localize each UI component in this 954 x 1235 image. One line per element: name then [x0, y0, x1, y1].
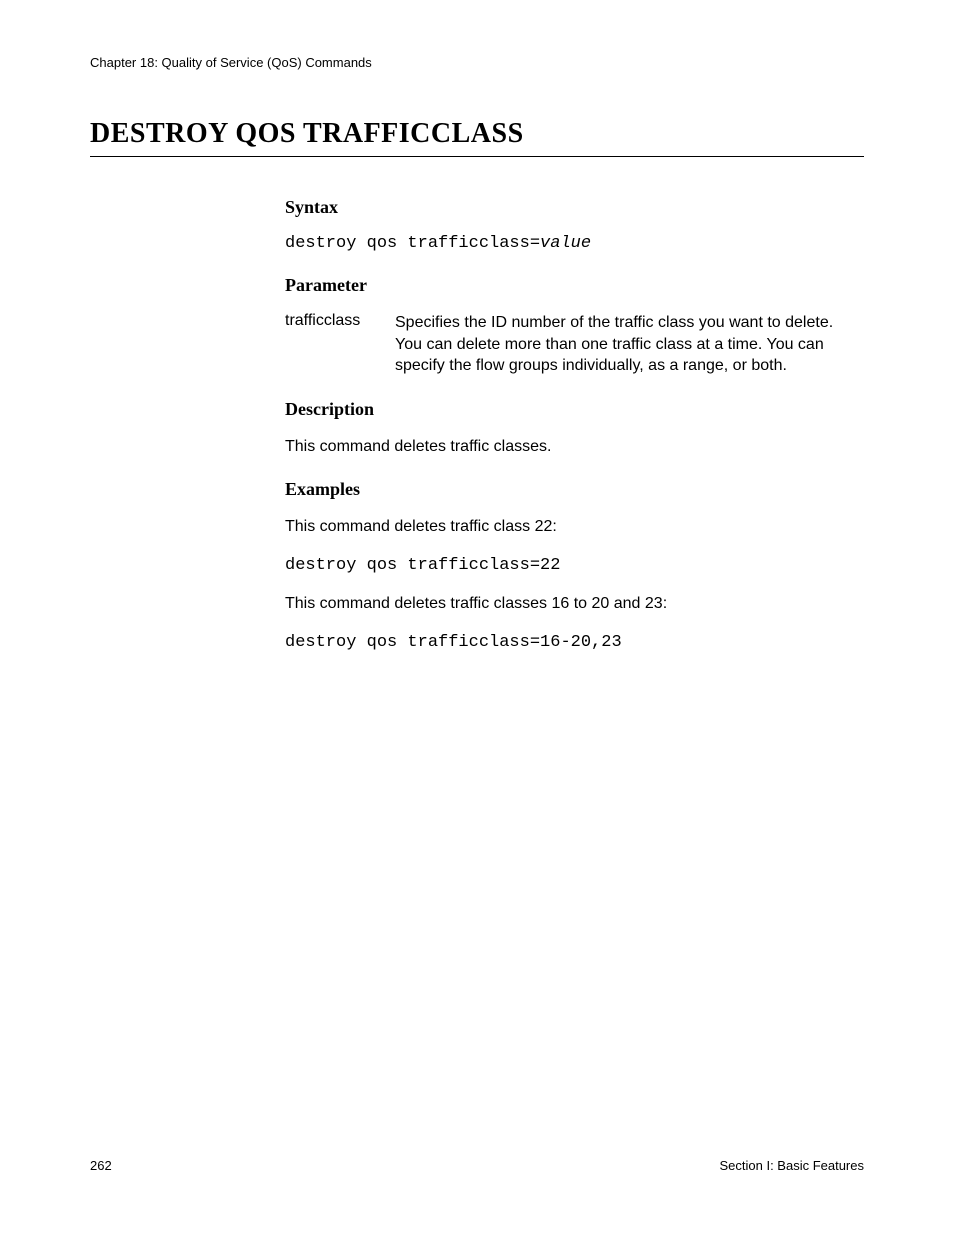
parameter-heading: Parameter: [285, 275, 864, 296]
example-code-2: destroy qos trafficclass=16-20,23: [285, 633, 864, 652]
description-heading: Description: [285, 399, 864, 420]
page-number: 262: [90, 1158, 112, 1173]
page-footer: 262 Section I: Basic Features: [90, 1158, 864, 1173]
examples-heading: Examples: [285, 479, 864, 500]
parameter-description: Specifies the ID number of the traffic c…: [395, 312, 864, 377]
parameter-name: trafficclass: [285, 312, 395, 377]
example-code-1: destroy qos trafficclass=22: [285, 556, 864, 575]
syntax-value: value: [540, 234, 591, 253]
parameter-row: trafficclass Specifies the ID number of …: [285, 312, 864, 377]
page-container: Chapter 18: Quality of Service (QoS) Com…: [0, 0, 954, 652]
content-block: Syntax destroy qos trafficclass=value Pa…: [285, 197, 864, 652]
chapter-header: Chapter 18: Quality of Service (QoS) Com…: [90, 55, 864, 70]
syntax-command: destroy qos trafficclass=value: [285, 234, 864, 253]
syntax-heading: Syntax: [285, 197, 864, 218]
example-intro-2: This command deletes traffic classes 16 …: [285, 593, 864, 615]
page-title: DESTROY QOS TRAFFICCLASS: [90, 118, 864, 157]
description-text: This command deletes traffic classes.: [285, 436, 864, 458]
example-intro-1: This command deletes traffic class 22:: [285, 516, 864, 538]
syntax-command-text: destroy qos trafficclass=: [285, 234, 540, 253]
section-label: Section I: Basic Features: [719, 1158, 864, 1173]
